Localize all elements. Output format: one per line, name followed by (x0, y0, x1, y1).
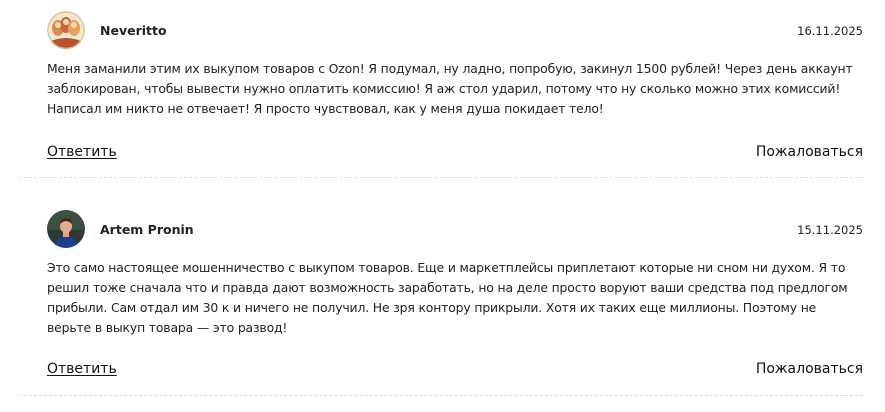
comment-header: Neveritto 16.11.2025 (47, 11, 863, 51)
comment-author: Neveritto (100, 23, 167, 38)
comment-item: Artem Pronin 15.11.2025 Это само настоящ… (47, 210, 863, 377)
comment-actions: Ответить Пожаловаться (47, 361, 863, 381)
avatar[interactable] (47, 210, 85, 248)
reply-link[interactable]: Ответить (47, 144, 117, 160)
comment-item: Neveritto 16.11.2025 Меня заманили этим … (47, 11, 863, 160)
report-link[interactable]: Пожаловаться (756, 361, 863, 377)
comment-date: 16.11.2025 (797, 24, 863, 38)
report-link[interactable]: Пожаловаться (756, 144, 863, 160)
comment-header: Artem Pronin 15.11.2025 (47, 210, 863, 250)
comment-text: Это само настоящее мошенничество с выкуп… (47, 260, 848, 335)
comment-divider (19, 177, 863, 178)
comments-list: Neveritto 16.11.2025 Меня заманили этим … (0, 0, 885, 412)
reply-link[interactable]: Ответить (47, 361, 117, 377)
comment-date: 15.11.2025 (797, 223, 863, 237)
comment-text: Меня заманили этим их выкупом товаров с … (47, 61, 853, 116)
comment-actions: Ответить Пожаловаться (47, 144, 863, 164)
comment-author: Artem Pronin (100, 222, 194, 237)
comment-divider (19, 395, 863, 396)
avatar[interactable] (47, 11, 85, 49)
